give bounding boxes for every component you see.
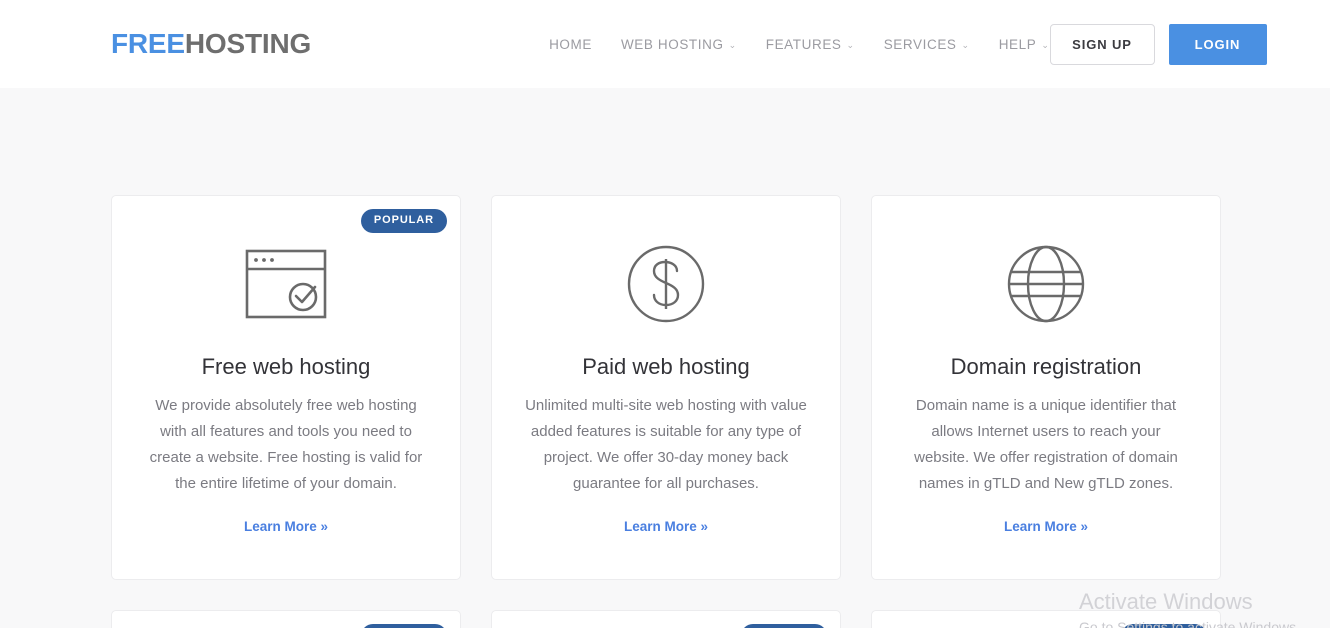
learn-more-link[interactable]: Learn More »	[1004, 519, 1088, 534]
nav-item-help[interactable]: HELP ⌄	[999, 37, 1050, 52]
nav-item-features[interactable]: FEATURES ⌄	[766, 37, 855, 52]
service-card-domain-registration[interactable]: Domain registration Domain name is a uni…	[871, 195, 1221, 580]
card-description: We provide absolutely free web hosting w…	[149, 397, 423, 493]
service-card[interactable]: POPULAR	[111, 610, 461, 628]
chevron-down-icon: ⌄	[728, 39, 737, 50]
status-badge: POPULAR	[1120, 624, 1207, 628]
globe-icon	[1006, 234, 1086, 334]
status-badge: POPULAR	[360, 209, 447, 233]
nav-item-label: FEATURES	[765, 36, 842, 52]
dollar-coin-icon	[626, 234, 706, 334]
browser-window-check-icon	[245, 234, 327, 334]
site-header: FREEHOSTING HOME WEB HOSTING ⌄ FEATURES …	[0, 0, 1330, 88]
header-actions: SIGN UP LOGIN	[1049, 23, 1267, 65]
service-card[interactable]: POPULAR	[871, 610, 1221, 628]
service-card-paid-web-hosting[interactable]: Paid web hosting Unlimited multi-site we…	[491, 195, 841, 580]
learn-more-link[interactable]: Learn More »	[624, 519, 708, 534]
service-card-grid: POPULAR Free web hosting We provide abso…	[111, 88, 1221, 580]
logo-text-hosting: HOSTING	[184, 28, 312, 59]
main-navigation: HOME WEB HOSTING ⌄ FEATURES ⌄ SERVICES ⌄…	[549, 37, 1049, 52]
nav-item-home[interactable]: HOME	[549, 37, 592, 52]
nav-item-services[interactable]: SERVICES ⌄	[884, 37, 970, 52]
service-card-free-web-hosting[interactable]: POPULAR Free web hosting We provide abso…	[111, 195, 461, 580]
card-description: Domain name is a unique identifier that …	[914, 397, 1178, 493]
card-title: Domain registration	[950, 354, 1142, 379]
nav-item-label: SERVICES	[883, 36, 957, 52]
nav-item-label: HOME	[549, 36, 592, 52]
card-title: Free web hosting	[201, 354, 371, 379]
site-logo[interactable]: FREEHOSTING	[111, 28, 311, 60]
chevron-down-icon: ⌄	[1041, 39, 1050, 50]
learn-more-link[interactable]: Learn More »	[244, 519, 328, 534]
page-body: POPULAR Free web hosting We provide abso…	[0, 88, 1330, 628]
logo-text-free: FREE	[111, 28, 185, 59]
nav-item-label: WEB HOSTING	[620, 36, 724, 52]
chevron-down-icon: ⌄	[846, 39, 855, 50]
status-badge: POPULAR	[740, 624, 827, 628]
card-description: Unlimited multi-site web hosting with va…	[525, 397, 807, 493]
status-badge: POPULAR	[360, 624, 447, 628]
card-title: Paid web hosting	[582, 354, 750, 379]
nav-item-label: HELP	[998, 36, 1037, 52]
service-card-grid-row-2: POPULAR POPULAR POPULAR	[111, 610, 1221, 628]
nav-item-web-hosting[interactable]: WEB HOSTING ⌄	[621, 37, 737, 52]
login-button[interactable]: LOGIN	[1168, 23, 1267, 65]
chevron-down-icon: ⌄	[961, 39, 970, 50]
sign-up-button[interactable]: SIGN UP	[1049, 23, 1155, 65]
service-card[interactable]: POPULAR	[491, 610, 841, 628]
